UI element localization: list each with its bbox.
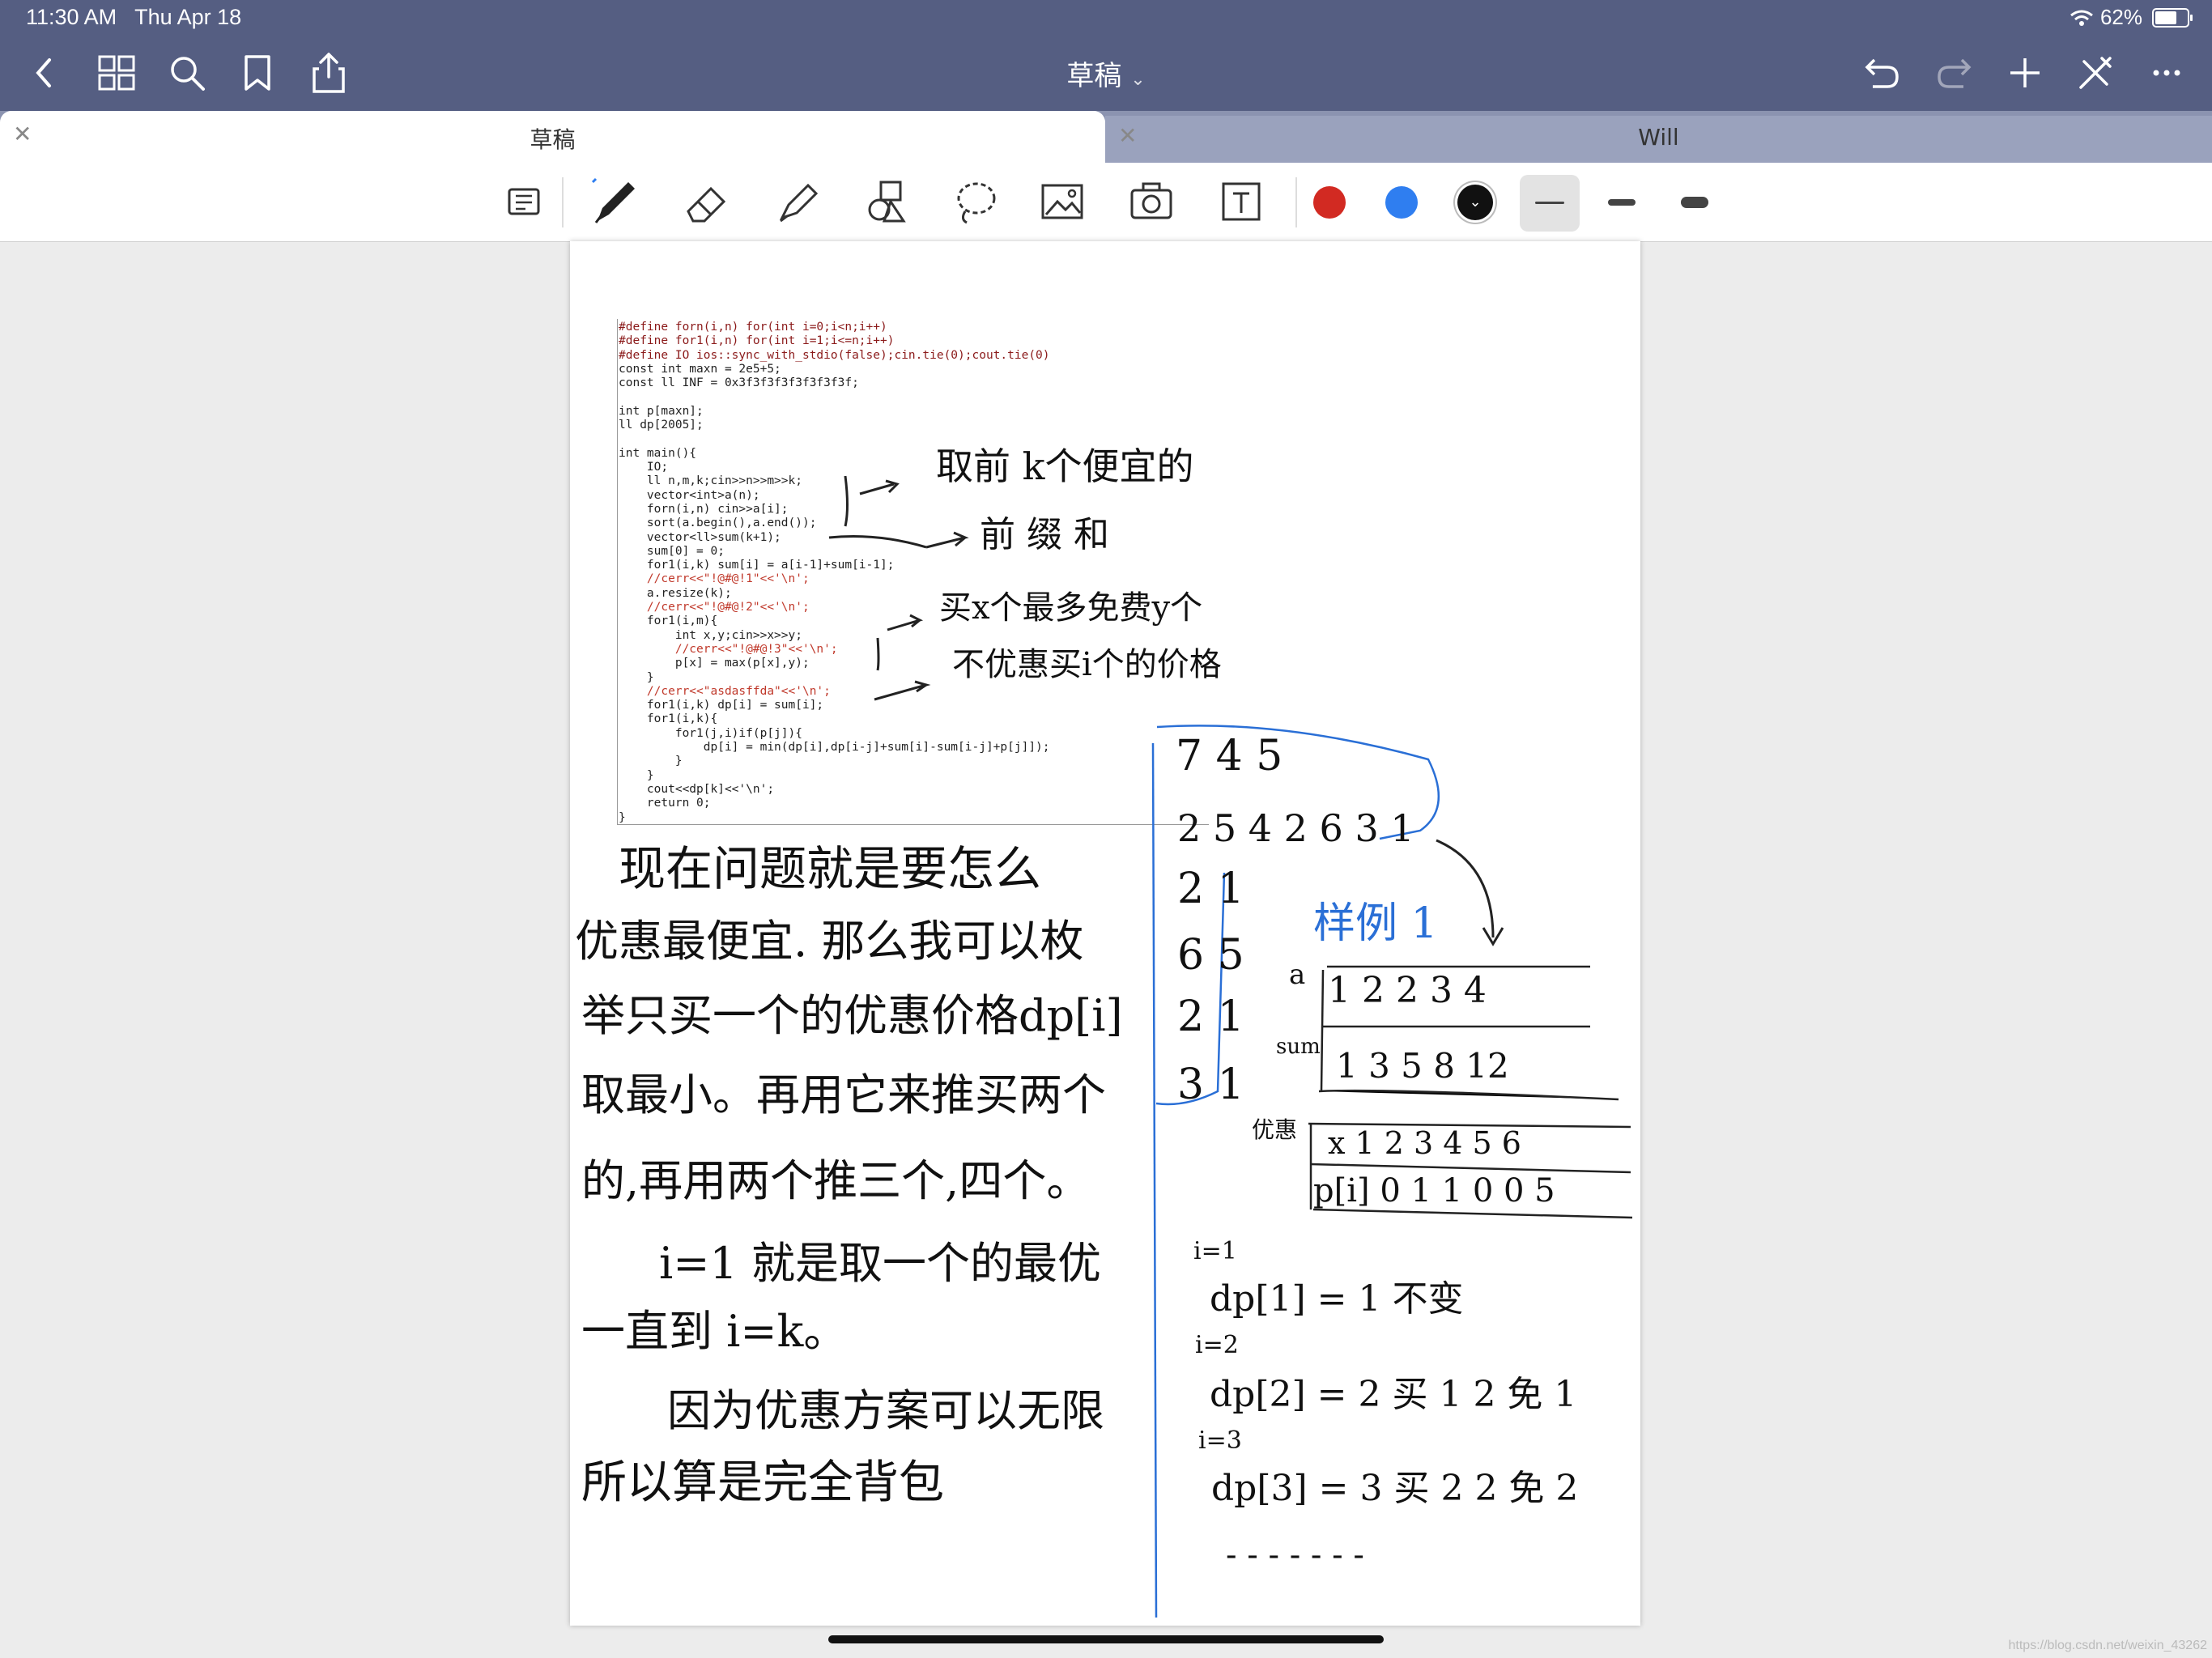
battery-icon bbox=[2152, 7, 2193, 28]
dp-step-2: dp[2] = 2 买 1 2 免 1 bbox=[1210, 1374, 1577, 1415]
dp-step-1: dp[1] = 1 不变 bbox=[1210, 1278, 1464, 1320]
sample-input-line-5: 2 1 bbox=[1177, 993, 1244, 1041]
add-page-icon[interactable] bbox=[2002, 50, 2048, 96]
table-sum-values: 1 3 5 8 12 bbox=[1336, 1046, 1509, 1086]
drawing-toolbar: ⌄ bbox=[0, 163, 2212, 242]
camera-icon[interactable] bbox=[1122, 172, 1180, 231]
para-line-3: 举只买一个的优惠价格dp[i] bbox=[581, 990, 1123, 1041]
highlighter-icon[interactable] bbox=[769, 172, 827, 231]
stroke-thick-icon[interactable] bbox=[1681, 197, 1708, 208]
para-line-4: 取最小。再用它来推买两个 bbox=[581, 1069, 1106, 1120]
pen-icon[interactable] bbox=[586, 172, 644, 231]
battery-percent: 62% bbox=[2099, 5, 2142, 29]
sample-input-line-1: 7 4 5 bbox=[1176, 732, 1283, 780]
dp-step-3: dp[3] = 3 买 2 2 免 2 bbox=[1211, 1468, 1579, 1509]
sample-title: 样例 1 bbox=[1313, 899, 1438, 948]
tab-will[interactable]: ✕ Will bbox=[1105, 116, 2212, 163]
sample-input-line-3: 2 1 bbox=[1177, 865, 1244, 913]
note-no-discount-price: 不优惠买i个的价格 bbox=[952, 646, 1222, 683]
status-date: Thu Apr 18 bbox=[134, 5, 242, 29]
table-a-values: 1 2 2 3 4 bbox=[1328, 970, 1487, 1011]
bookmark-icon[interactable] bbox=[235, 50, 280, 96]
redo-icon[interactable] bbox=[1931, 50, 1976, 96]
table-a-label: a bbox=[1289, 959, 1306, 991]
para-line-2: 优惠最便宜. 那么我可以枚 bbox=[575, 916, 1084, 967]
top-bar: 11:30 AM Thu Apr 18 62% 草稿 ⌄ bbox=[0, 0, 2212, 111]
tab-will-label: Will bbox=[1638, 124, 1679, 151]
lasso-icon[interactable] bbox=[946, 172, 1004, 231]
watermark: https://blog.csdn.net/weixin_43262 bbox=[2008, 1639, 2208, 1652]
tab-draft-label: 草稿 bbox=[530, 126, 576, 153]
sample-input-line-4: 6 5 bbox=[1177, 931, 1244, 980]
para-line-1: 现在问题就是要怎么 bbox=[619, 841, 1042, 896]
text-box-icon[interactable] bbox=[1212, 172, 1270, 231]
image-icon[interactable] bbox=[1033, 172, 1091, 231]
pen-tools-icon[interactable] bbox=[2073, 50, 2118, 96]
table-x-values: x 1 2 3 4 5 6 bbox=[1328, 1125, 1521, 1161]
table-sum-label: sum bbox=[1276, 1035, 1321, 1059]
color-blue-swatch[interactable] bbox=[1385, 186, 1418, 219]
undo-icon[interactable] bbox=[1860, 50, 1905, 96]
note-take-cheapest: 取前 k个便宜的 bbox=[936, 444, 1194, 488]
shapes-icon[interactable] bbox=[858, 172, 917, 231]
back-icon[interactable] bbox=[21, 50, 66, 96]
status-bar: 11:30 AM Thu Apr 18 bbox=[26, 5, 241, 30]
toolbar-divider bbox=[562, 177, 564, 227]
sample-input-line-2: 2 5 4 2 6 3 1 bbox=[1177, 806, 1414, 850]
table-p-values: p[i] 0 1 1 0 0 5 bbox=[1313, 1172, 1555, 1209]
chevron-down-icon: ⌄ bbox=[1130, 70, 1146, 90]
para-line-8: 因为优惠方案可以无限 bbox=[667, 1385, 1104, 1436]
status-time: 11:30 AM bbox=[26, 5, 117, 29]
stroke-medium-icon[interactable] bbox=[1608, 199, 1636, 206]
more-icon[interactable] bbox=[2144, 50, 2189, 96]
para-line-9: 所以算是完全背包 bbox=[581, 1456, 944, 1509]
color-red-swatch[interactable] bbox=[1313, 186, 1346, 219]
note-prefix-sum: 前 缀 和 bbox=[980, 514, 1109, 555]
toolbar-divider bbox=[1295, 177, 1297, 227]
dp-continuation: - - - - - - - bbox=[1226, 1537, 1364, 1574]
color-black-swatch[interactable]: ⌄ bbox=[1457, 185, 1493, 220]
search-icon[interactable] bbox=[164, 50, 210, 96]
dp-i3-label: i=3 bbox=[1198, 1426, 1242, 1455]
status-indicators: 62% bbox=[2069, 5, 2193, 30]
para-line-5: 的,再用两个推三个,四个。 bbox=[581, 1155, 1091, 1206]
eraser-icon[interactable] bbox=[678, 172, 737, 231]
para-line-7: 一直到 i=k。 bbox=[581, 1306, 848, 1357]
chevron-down-icon: ⌄ bbox=[1469, 193, 1482, 210]
grid-view-icon[interactable] bbox=[94, 50, 139, 96]
share-icon[interactable] bbox=[306, 50, 351, 96]
stroke-thin-icon bbox=[1535, 202, 1564, 204]
home-indicator[interactable] bbox=[828, 1635, 1384, 1643]
wifi-icon bbox=[2070, 10, 2093, 26]
note-buy-x-free-y: 买x个最多免费y个 bbox=[939, 589, 1203, 627]
table-offer-label: 优惠 bbox=[1252, 1116, 1298, 1143]
note-page[interactable]: #define forn(i,n) for(int i=0;i<n;i++) #d… bbox=[570, 241, 1640, 1626]
sample-input-line-6: 3 1 bbox=[1177, 1061, 1244, 1109]
para-line-6: i=1 就是取一个的最优 bbox=[659, 1238, 1102, 1289]
dp-i2-label: i=2 bbox=[1195, 1331, 1239, 1359]
dp-i1-label: i=1 bbox=[1193, 1237, 1237, 1265]
tab-draft[interactable]: ✕ 草稿 bbox=[0, 111, 1105, 163]
document-title[interactable]: 草稿 ⌄ bbox=[1012, 53, 1200, 93]
read-mode-icon[interactable] bbox=[495, 172, 553, 231]
